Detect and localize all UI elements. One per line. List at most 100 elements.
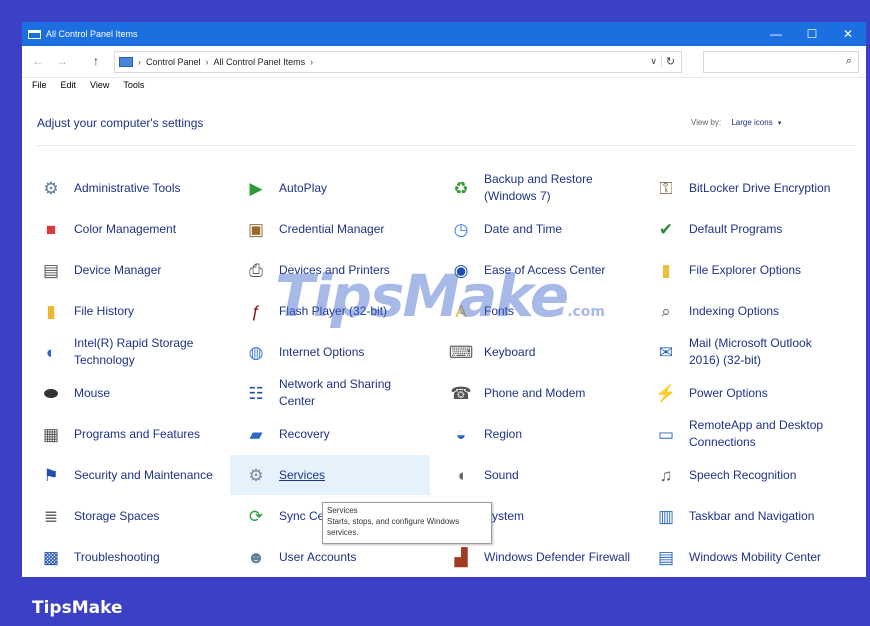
control-panel-item-label: Default Programs [689,221,783,236]
control-panel-item[interactable]: ☷ Network and Sharing Center [230,373,430,413]
flash-player-icon: ƒ [251,301,261,321]
control-panel-item[interactable]: ■ Color Management [25,209,225,249]
watermark-suffix: .com [567,304,606,320]
storage-spaces-icon: ≣ [43,506,59,526]
control-panel-item-label: Speech Recognition [689,467,797,482]
control-panel-item[interactable]: ◍ Internet Options [230,332,430,372]
control-panel-item-label: Windows Defender Firewall [484,549,631,564]
backup-restore-icon: ♻ [453,178,469,198]
control-panel-item[interactable]: ▣ Credential Manager [230,209,430,249]
troubleshooting-icon: ▩ [42,547,60,567]
control-panel-item-label: Keyboard [484,344,536,359]
control-panel-item-label: Intel(R) Rapid Storage Technology [74,336,194,367]
control-panel-item[interactable]: ⚙ Administrative Tools [25,168,225,208]
control-panel-item-label: File Explorer Options [689,262,802,277]
user-accounts-icon: ☻ [247,547,265,567]
control-panel-item[interactable]: ⚿ BitLocker Drive Encryption [640,168,840,208]
intel-storage-icon: ◐ [45,342,57,362]
control-panel-item-label: Sound [484,467,519,482]
control-panel-item-label: Storage Spaces [74,508,160,523]
control-panel-item[interactable]: ◒ Region [435,414,635,454]
control-panel-item-label: Troubleshooting [74,549,160,564]
sound-icon: ◖ [455,465,467,485]
control-panel-item[interactable]: ▥ Taskbar and Navigation [640,496,840,536]
control-panel-item[interactable]: ▭ RemoteApp and Desktop Connections [640,414,840,454]
taskbar-navigation-icon: ▥ [657,506,675,526]
windows-firewall-icon: ▟ [454,547,468,567]
control-panel-item[interactable]: ♫ Speech Recognition [640,455,840,495]
control-panel-item[interactable]: ▩ Troubleshooting [25,537,225,577]
control-panel-item-label: Region [484,426,523,441]
control-panel-item[interactable]: ▶ AutoPlay [230,168,430,208]
services-icon: ⚙ [248,465,264,485]
control-panel-item-label: Taskbar and Navigation [689,508,815,523]
devices-printers-icon: ⎙ [249,260,263,280]
file-history-icon: ▮ [46,301,56,321]
control-panel-item[interactable]: ♻ Backup and Restore (Windows 7) [435,168,635,208]
remoteapp-icon: ▭ [657,424,675,444]
control-panel-item-label: Date and Time [484,221,563,236]
control-panel-item-label: Recovery [279,426,330,441]
control-panel-item-label: Services [279,467,326,482]
file-explorer-options-icon: ▮ [661,260,671,280]
control-panel-item[interactable]: ◷ Date and Time [435,209,635,249]
default-programs-icon: ✔ [658,219,674,239]
control-panel-item-label: Power Options [689,385,768,400]
bitlocker-icon: ⚿ [659,178,673,198]
autoplay-icon: ▶ [249,178,263,198]
control-panel-item-label: Device Manager [74,262,162,277]
control-panel-item-label: Color Management [74,221,177,236]
tooltip-title: Services [327,506,358,515]
sync-center-icon: ⟳ [248,506,264,526]
control-panel-item[interactable]: ≣ Storage Spaces [25,496,225,536]
control-panel-item[interactable]: ▮ File History [25,291,225,331]
speech-recognition-icon: ♫ [659,465,673,485]
color-management-icon: ■ [45,219,57,239]
control-panel-item-label: Administrative Tools [74,180,181,195]
control-panel-item[interactable]: ◐ Intel(R) Rapid Storage Technology [25,332,225,372]
control-panel-item[interactable]: ⌨ Keyboard [435,332,635,372]
device-manager-icon: ▤ [42,260,60,280]
control-panel-item-label: Security and Maintenance [74,467,213,482]
control-panel-item[interactable]: ⚙ Services [230,455,430,495]
services-tooltip: Services Starts, stops, and configure Wi… [322,502,492,544]
recovery-icon: ▰ [249,424,263,444]
mouse-icon: ⬬ [43,383,59,403]
control-panel-item[interactable]: ☎ Phone and Modem [435,373,635,413]
control-panel-item[interactable]: ⚡ Power Options [640,373,840,413]
control-panel-item-label: AutoPlay [279,180,328,195]
control-panel-item[interactable]: ▦ Programs and Features [25,414,225,454]
control-panel-item-label: Phone and Modem [484,385,586,400]
programs-features-icon: ▦ [42,424,60,444]
watermark-main: TipsMake [275,262,569,330]
region-icon: ◒ [455,424,467,444]
control-panel-item[interactable]: ⚑ Security and Maintenance [25,455,225,495]
control-panel-item[interactable]: ◖ Sound [435,455,635,495]
control-panel-item-label: BitLocker Drive Encryption [689,180,831,195]
date-time-icon: ◷ [453,219,469,239]
control-panel-item[interactable]: ▤ Windows Mobility Center [640,537,840,577]
control-panel-item[interactable]: ▤ Device Manager [25,250,225,290]
control-panel-item[interactable]: ▰ Recovery [230,414,430,454]
control-panel-item-label: File History [74,303,135,318]
control-panel-item[interactable]: ✔ Default Programs [640,209,840,249]
mail-icon: ✉ [658,342,674,362]
control-panel-item-label: Credential Manager [279,221,385,236]
security-maintenance-icon: ⚑ [43,465,59,485]
administrative-tools-icon: ⚙ [43,178,59,198]
control-panel-item[interactable]: ⌕ Indexing Options [640,291,840,331]
control-panel-item-label: Network and Sharing Center [279,377,392,408]
power-options-icon: ⚡ [655,383,677,403]
control-panel-item[interactable]: ⬬ Mouse [25,373,225,413]
credential-manager-icon: ▣ [247,219,265,239]
control-panel-item-label: Internet Options [279,344,365,359]
control-panel-item-label: Indexing Options [689,303,780,318]
control-panel-item-label: Mail (Microsoft Outlook 2016) (32-bit) [689,336,812,367]
control-panel-item[interactable]: ✉ Mail (Microsoft Outlook 2016) (32-bit) [640,332,840,372]
mobility-center-icon: ▤ [657,547,675,567]
control-panel-item-label: Backup and Restore (Windows 7) [484,172,593,203]
watermark: TipsMake.com [275,262,605,330]
control-panel-item-label: RemoteApp and Desktop Connections [689,418,824,449]
control-panel-item[interactable]: ▮ File Explorer Options [640,250,840,290]
control-panel-item-label: User Accounts [279,549,357,564]
